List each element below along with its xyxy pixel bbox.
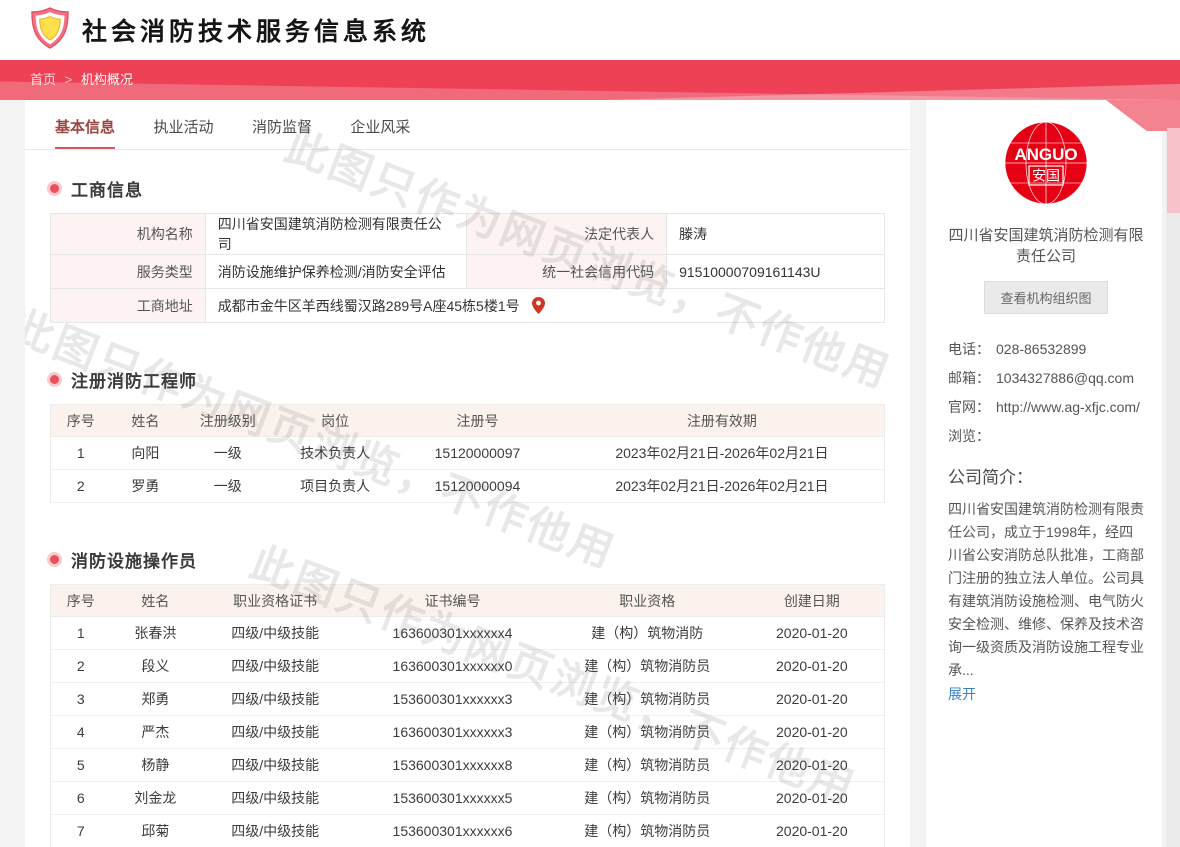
tab-fire-supervision[interactable]: 消防监督 [252,116,312,147]
tab-basic-info[interactable]: 基本信息 [55,116,115,149]
svg-text:ANGUO: ANGUO [1014,145,1077,164]
company-profile-title: 公司简介： [948,463,1144,488]
sidebar-company-name: 四川省安国建筑消防检测有限责任公司 [948,225,1144,267]
org-name-value: 四川省安国建筑消防检测有限责任公司 [205,214,467,255]
phone-value: 028-86532899 [996,338,1144,360]
business-info-table: 机构名称 四川省安国建筑消防检测有限责任公司 法定代表人 滕涛 服务类型 消防设… [50,213,885,323]
breadcrumb-banner: 首页 > 机构概况 [0,60,1180,100]
company-profile-text: 四川省安国建筑消防检测有限责任公司，成立于1998年，经四川省公安消防总队批准，… [948,498,1144,682]
section-bullet-icon [50,555,59,564]
section-title-business-info: 工商信息 [50,176,910,201]
table-header-row: 序号 姓名 注册级别 岗位 注册号 注册有效期 [51,405,885,437]
expand-link[interactable]: 展开 [948,684,976,704]
table-row: 1 张春洪 四级/中级技能 163600301xxxxxx4 建（构）筑物消防 … [51,617,885,650]
anguo-globe-logo-icon: ANGUO 安国 [1003,120,1089,206]
app-title: 社会消防技术服务信息系统 [82,12,430,48]
table-row: 5 杨静 四级/中级技能 153600301xxxxxx8 建（构）筑物消防员 … [51,749,885,782]
content-area: 基本信息 执业活动 消防监督 企业风采 工商信息 机构名称 四川省安国建筑消防检… [0,100,1180,847]
view-org-chart-button[interactable]: 查看机构组织图 [984,281,1107,314]
banner-corner-strip-decoration [1167,128,1180,213]
breadcrumb-current: 机构概况 [81,72,133,87]
breadcrumb-separator: > [65,72,73,87]
contact-info: 电话： 028-86532899 邮箱： 1034327886@qq.com 官… [948,338,1144,447]
address-label: 工商地址 [51,289,206,323]
breadcrumb: 首页 > 机构概况 [0,60,1180,100]
phone-label: 电话： [948,338,996,360]
svg-text:安国: 安国 [1032,168,1060,184]
section-bullet-icon [50,184,59,193]
breadcrumb-home-link[interactable]: 首页 [30,72,56,87]
main-panel: 基本信息 执业活动 消防监督 企业风采 工商信息 机构名称 四川省安国建筑消防检… [25,100,910,847]
tab-bar: 基本信息 执业活动 消防监督 企业风采 [25,100,910,150]
table-row: 7 邱菊 四级/中级技能 153600301xxxxxx6 建（构）筑物消防员 … [51,815,885,847]
service-type-value: 消防设施维护保养检测/消防安全评估 [205,255,467,289]
section-bullet-icon [50,375,59,384]
address-value: 成都市金牛区羊西线蜀汉路289号A座45栋5楼1号 [218,298,520,314]
table-row: 服务类型 消防设施维护保养检测/消防安全评估 统一社会信用代码 91510000… [51,255,885,289]
table-row: 2 段义 四级/中级技能 163600301xxxxxx0 建（构）筑物消防员 … [51,650,885,683]
service-type-label: 服务类型 [51,255,206,289]
legal-rep-label: 法定代表人 [467,214,667,255]
table-row: 2 罗勇 一级 项目负责人 15120000094 2023年02月21日-20… [51,470,885,503]
address-value-cell: 成都市金牛区羊西线蜀汉路289号A座45栋5楼1号 [205,289,884,323]
map-pin-icon[interactable] [532,297,545,314]
tab-practice-activity[interactable]: 执业活动 [153,116,213,147]
website-value: http://www.ag-xfjc.com/ [996,396,1144,418]
website-label: 官网： [948,396,996,418]
table-row: 工商地址 成都市金牛区羊西线蜀汉路289号A座45栋5楼1号 [51,289,885,323]
email-label: 邮箱： [948,367,996,389]
table-row: 机构名称 四川省安国建筑消防检测有限责任公司 法定代表人 滕涛 [51,214,885,255]
company-sidebar: ANGUO 安国 四川省安国建筑消防检测有限责任公司 查看机构组织图 电话： 0… [925,100,1162,847]
tab-company-gallery[interactable]: 企业风采 [350,116,410,147]
company-logo: ANGUO 安国 [948,120,1144,211]
table-row: 1 向阳 一级 技术负责人 15120000097 2023年02月21日-20… [51,437,885,470]
table-header-row: 序号 姓名 职业资格证书 证书编号 职业资格 创建日期 [51,585,885,617]
views-value [996,425,1144,447]
app-shield-logo-icon [30,6,70,55]
credit-code-label: 统一社会信用代码 [467,255,667,289]
legal-rep-value: 滕涛 [667,214,885,255]
table-row: 6 刘金龙 四级/中级技能 153600301xxxxxx5 建（构）筑物消防员… [51,782,885,815]
views-label: 浏览： [948,425,996,447]
top-bar: 社会消防技术服务信息系统 [0,0,1180,60]
table-row: 4 严杰 四级/中级技能 163600301xxxxxx3 建（构）筑物消防员 … [51,716,885,749]
email-value: 1034327886@qq.com [996,367,1144,389]
engineers-table: 序号 姓名 注册级别 岗位 注册号 注册有效期 1 向阳 一级 技术负责人 15… [50,404,885,503]
section-title-operators: 消防设施操作员 [50,547,910,572]
table-row: 3 郑勇 四级/中级技能 153600301xxxxxx3 建（构）筑物消防员 … [51,683,885,716]
org-name-label: 机构名称 [51,214,206,255]
credit-code-value: 91510000709161143U [667,255,885,289]
operators-table: 序号 姓名 职业资格证书 证书编号 职业资格 创建日期 1 张春洪 四级/中级技… [50,584,885,847]
section-title-engineers: 注册消防工程师 [50,367,910,392]
